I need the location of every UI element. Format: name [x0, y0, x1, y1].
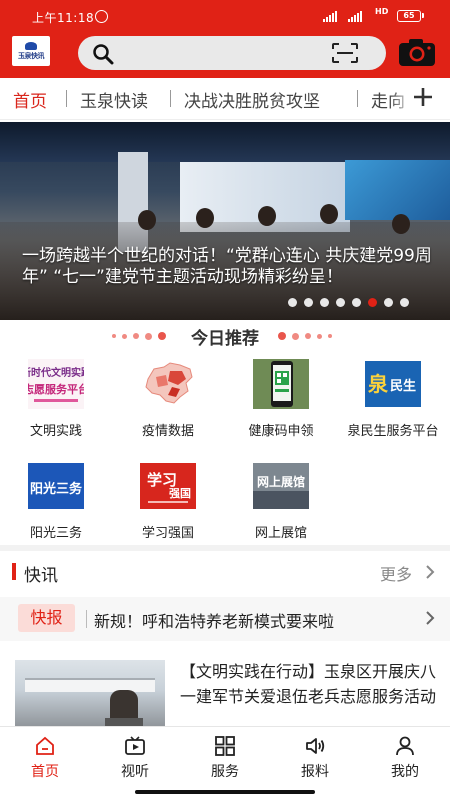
tab-yuquan-quick-read[interactable]: 玉泉快读 [80, 87, 148, 112]
service-xuexi-qiangguo[interactable]: 学习 强国 学习强国 [112, 461, 224, 551]
service-label: 疫情数据 [141, 424, 194, 439]
search-input[interactable] [78, 36, 386, 70]
bottom-nav: 首页 视听 服务 报料 我的 [0, 726, 450, 800]
carousel-dot[interactable] [288, 298, 297, 307]
nav-label: 首页 [31, 764, 59, 780]
battery-icon: 65 [397, 10, 424, 22]
health-code-icon [253, 359, 309, 409]
add-channel-icon[interactable] [412, 86, 434, 108]
video-icon [125, 736, 145, 755]
section-marker [12, 563, 16, 580]
speaker-icon [306, 738, 325, 754]
article-thumbnail[interactable] [15, 660, 165, 728]
app-header: 上午11:18 HD 65 玉泉快讯 [0, 0, 450, 78]
carousel-indicator [288, 298, 409, 307]
nav-video[interactable]: 视听 [90, 733, 180, 783]
svg-text:民生: 民生 [390, 378, 416, 394]
news-article[interactable]: 【文明实践在行动】玉泉区开展庆八一建军节关爱退伍老兵志愿服务活动 [0, 656, 450, 728]
svg-text:新时代文明实践: 新时代文明实践 [28, 366, 84, 379]
flash-badge: 快报 [18, 604, 75, 632]
scan-icon[interactable] [331, 42, 359, 64]
logo-mark-icon [25, 41, 37, 50]
flash-title: 快讯 [24, 566, 58, 586]
chevron-right-icon[interactable] [423, 610, 437, 626]
tab-poverty-alleviation[interactable]: 决战决胜脱贫攻坚 [184, 87, 320, 112]
logo-text: 玉泉快讯 [18, 51, 45, 60]
service-label: 文明实践 [29, 424, 82, 439]
service-quan-minsheng[interactable]: 泉 民生 泉民生服务平台 [337, 359, 449, 449]
flash-divider [86, 610, 87, 628]
nav-profile[interactable]: 我的 [360, 733, 450, 783]
tab-divider [66, 90, 67, 107]
carousel-dot[interactable] [304, 298, 313, 307]
recommend-title: 今日推荐 [191, 329, 259, 349]
carousel-dot[interactable] [336, 298, 345, 307]
signal-icon [348, 10, 362, 22]
network-badge: HD [375, 7, 389, 16]
nav-services[interactable]: 服务 [180, 733, 270, 783]
signal-icon [323, 10, 337, 22]
carousel-dot[interactable] [352, 298, 361, 307]
status-bar: 上午11:18 HD 65 [0, 0, 450, 32]
recommend-header: 今日推荐 [0, 324, 450, 349]
service-label: 阳光三务 [29, 526, 82, 541]
article-title[interactable]: 【文明实践在行动】玉泉区开展庆八一建军节关爱退伍老兵志愿服务活动 [180, 659, 442, 709]
decor-dots [112, 332, 166, 340]
decor-dots [278, 332, 332, 340]
carousel-dot[interactable] [368, 298, 377, 307]
quan-minsheng-icon: 泉 民生 [365, 361, 421, 407]
svg-text:泉: 泉 [367, 372, 389, 396]
tab-home[interactable]: 首页 [13, 87, 47, 112]
user-icon [396, 736, 414, 756]
service-label: 泉民生服务平台 [347, 424, 439, 439]
svg-text:强国: 强国 [169, 487, 191, 500]
sunshine-affairs-icon: 阳光三务 [28, 463, 84, 509]
tab-divider [357, 90, 358, 107]
app-logo[interactable]: 玉泉快讯 [12, 36, 50, 66]
channel-tabs: 首页 玉泉快读 决战决胜脱贫攻坚 走向 [0, 78, 450, 120]
nav-report[interactable]: 报料 [270, 733, 360, 783]
home-icon [36, 736, 54, 755]
service-health-code[interactable]: 健康码申领 [225, 359, 337, 449]
service-sunshine-affairs[interactable]: 阳光三务 阳光三务 [0, 461, 112, 551]
civilization-practice-icon: 新时代文明实践 志愿服务平台 [28, 359, 84, 409]
more-link[interactable]: 更多 [380, 561, 412, 585]
nav-home[interactable]: 首页 [0, 733, 90, 783]
tab-divider [170, 90, 171, 107]
service-online-exhibition[interactable]: 网上展馆 网上展馆 [225, 461, 337, 551]
flash-section-header: 快讯 更多 [0, 551, 450, 593]
banner-image [0, 122, 450, 162]
banner-carousel[interactable]: 一场跨越半个世纪的对话！“党群心连心 共庆建党99周年” “七一”建党节主题活动… [0, 122, 450, 320]
svg-text:志愿服务平台: 志愿服务平台 [28, 382, 84, 396]
flash-headline[interactable]: 新规！呼和浩特养老新模式要来啦 [94, 608, 334, 632]
grid-icon [215, 736, 235, 756]
online-exhibition-icon: 网上展馆 [253, 463, 309, 509]
search-icon [93, 44, 114, 65]
nav-label: 报料 [301, 764, 329, 780]
carousel-dot[interactable] [400, 298, 409, 307]
banner-caption[interactable]: 一场跨越半个世纪的对话！“党群心连心 共庆建党99周年” “七一”建党节主题活动… [22, 246, 432, 288]
nav-label: 服务 [211, 764, 239, 780]
carousel-dot[interactable] [384, 298, 393, 307]
camera-icon[interactable] [398, 37, 436, 67]
carousel-dot[interactable] [320, 298, 329, 307]
chevron-right-icon[interactable] [423, 564, 437, 580]
alarm-icon [95, 10, 108, 23]
svg-text:阳光三务: 阳光三务 [30, 481, 83, 497]
nav-label: 视听 [121, 764, 149, 780]
service-civilization-practice[interactable]: 新时代文明实践 志愿服务平台 文明实践 [0, 359, 112, 449]
service-label: 健康码申领 [248, 424, 314, 439]
nav-label: 我的 [391, 764, 419, 780]
home-indicator[interactable] [135, 790, 315, 794]
flash-news-item[interactable]: 快报 新规！呼和浩特养老新模式要来啦 [0, 597, 450, 641]
status-time: 上午11:18 [32, 11, 95, 25]
service-label: 网上展馆 [254, 526, 307, 541]
svg-text:网上展馆: 网上展馆 [257, 474, 305, 489]
epidemic-map-icon [145, 362, 193, 404]
service-label: 学习强国 [141, 526, 194, 541]
xuexi-qiangguo-icon: 学习 强国 [140, 463, 196, 509]
service-epidemic-data[interactable]: 疫情数据 [112, 359, 224, 449]
